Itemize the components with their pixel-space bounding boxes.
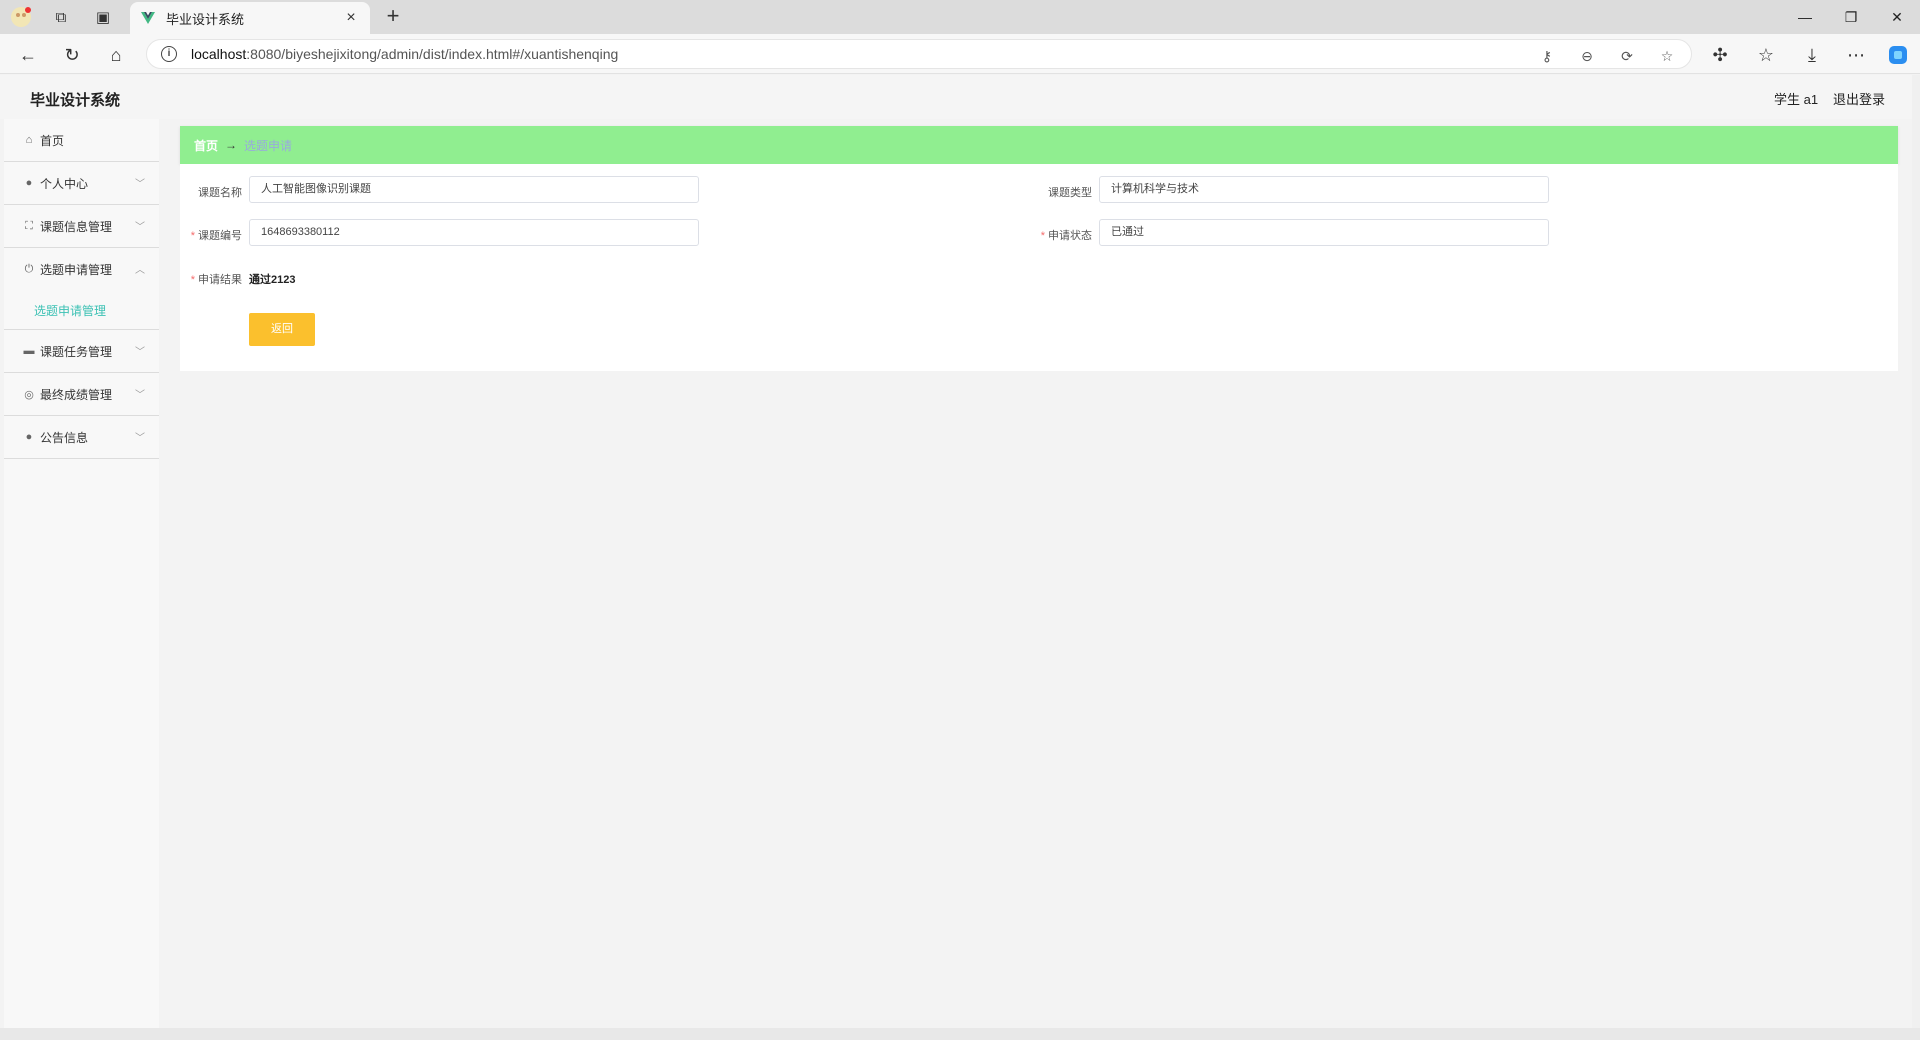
minimize-icon[interactable]: — bbox=[1782, 0, 1828, 34]
more-menu-icon[interactable]: ⋯ bbox=[1842, 41, 1870, 69]
target-icon: ◎ bbox=[24, 388, 34, 401]
favorites-list-icon[interactable]: ☆ bbox=[1752, 41, 1780, 69]
sidebar: ⌂ 首页 ● 个人中心 ﹀ ⛶ 课题信息管理 ﹀ ⏻ 选题申请管理 ︿ 选题申请… bbox=[4, 119, 159, 1028]
sidebar-item-label: 首页 bbox=[40, 133, 65, 148]
restore-icon[interactable]: ❐ bbox=[1828, 0, 1874, 34]
tab-actions-icon[interactable]: ▣ bbox=[90, 4, 116, 30]
extensions-icon[interactable]: ✣ bbox=[1706, 41, 1734, 69]
status-field[interactable]: 已通过 bbox=[1099, 219, 1549, 246]
url-host: localhost bbox=[191, 46, 247, 62]
result-value: 通过2123 bbox=[249, 274, 296, 286]
power-icon: ⏻ bbox=[24, 263, 34, 275]
page-scrollbar[interactable] bbox=[1912, 75, 1920, 1028]
chevron-down-icon: ﹀ bbox=[135, 390, 145, 401]
close-window-icon[interactable]: ✕ bbox=[1874, 0, 1920, 34]
sidebar-item-label: 最终成绩管理 bbox=[40, 387, 113, 402]
workspaces-icon[interactable]: ⧉ bbox=[48, 4, 74, 30]
app-header: 毕业设计系统 学生 a1 退出登录 bbox=[0, 75, 1920, 119]
chevron-down-icon: ﹀ bbox=[135, 347, 145, 358]
sidebar-item-label: 公告信息 bbox=[40, 430, 89, 445]
status-label: * 申请状态 bbox=[1040, 230, 1092, 242]
downloads-icon[interactable]: ⤓ bbox=[1798, 41, 1826, 69]
chevron-up-icon: ︿ bbox=[135, 265, 145, 276]
tab-title: 毕业设计系统 bbox=[166, 11, 245, 27]
key-icon[interactable]: ⚷ bbox=[1537, 46, 1557, 66]
close-tab-icon[interactable]: × bbox=[342, 9, 360, 27]
browser-tab-bar: ⧉ ▣ 毕业设计系统 × + — ❐ ✕ bbox=[0, 0, 1920, 34]
sidebar-item-final-grades[interactable]: ◎ 最终成绩管理 ﹀ bbox=[4, 373, 159, 416]
sidebar-item-label: 课题信息管理 bbox=[40, 219, 113, 234]
briefcase-icon: ▬ bbox=[23, 345, 35, 357]
breadcrumb-separator: → bbox=[225, 138, 238, 152]
sidebar-item-announcements[interactable]: ● 公告信息 ﹀ bbox=[4, 416, 159, 459]
sidebar-group-topic-application: ⏻ 选题申请管理 ︿ 选题申请管理 bbox=[4, 248, 159, 330]
home-browser-icon[interactable]: ⌂ bbox=[102, 41, 130, 69]
topic-name-label: 课题名称 bbox=[198, 187, 242, 199]
breadcrumb-current: 选题申请 bbox=[244, 138, 293, 153]
main-content: 首页 → 选题申请 课题名称 人工智能图像识别课题 课题类型 计算机科学与技术 … bbox=[180, 126, 1898, 371]
sidebar-item-label: 课题任务管理 bbox=[40, 344, 113, 359]
topic-type-label: 课题类型 bbox=[1048, 187, 1092, 199]
zoom-out-icon[interactable]: ⊖ bbox=[1577, 46, 1597, 66]
user-icon: ● bbox=[25, 177, 33, 189]
chevron-down-icon: ﹀ bbox=[135, 433, 145, 444]
topic-no-field[interactable]: 1648693380112 bbox=[249, 219, 699, 246]
chevron-down-icon: ﹀ bbox=[135, 222, 145, 233]
sidebar-item-topic-task[interactable]: ▬ 课题任务管理 ﹀ bbox=[4, 330, 159, 373]
sidebar-item-topic-info[interactable]: ⛶ 课题信息管理 ﹀ bbox=[4, 205, 159, 248]
topic-name-field[interactable]: 人工智能图像识别课题 bbox=[249, 176, 699, 203]
sidebar-subitem-label: 选题申请管理 bbox=[34, 303, 107, 318]
sidebar-subitem-topic-application[interactable]: 选题申请管理 bbox=[4, 291, 159, 329]
back-button[interactable]: 返回 bbox=[249, 313, 315, 346]
browser-tab[interactable]: 毕业设计系统 × bbox=[130, 2, 370, 34]
sync-icon[interactable]: ⟳ bbox=[1617, 46, 1637, 66]
sidebar-item-personal-center[interactable]: ● 个人中心 ﹀ bbox=[4, 162, 159, 205]
user-icon: ● bbox=[25, 431, 33, 443]
favorite-star-icon[interactable]: ☆ bbox=[1657, 46, 1677, 66]
url-path: :8080/biyeshejixitong/admin/dist/index.h… bbox=[246, 46, 619, 62]
home-icon: ⌂ bbox=[25, 134, 33, 146]
breadcrumb: 首页 → 选题申请 bbox=[180, 126, 1898, 164]
taskbar-strip bbox=[0, 1028, 1920, 1040]
expand-icon: ⛶ bbox=[25, 219, 33, 232]
site-info-icon[interactable]: i bbox=[161, 46, 177, 62]
sidebar-item-label: 选题申请管理 bbox=[40, 263, 113, 277]
vue-logo-icon bbox=[141, 12, 155, 24]
topic-no-label: * 课题编号 bbox=[190, 230, 242, 242]
current-user: 学生 a1 bbox=[1774, 92, 1819, 107]
application-form: 课题名称 人工智能图像识别课题 课题类型 计算机科学与技术 * 课题编号 1648… bbox=[180, 164, 1898, 371]
copilot-icon[interactable] bbox=[1884, 41, 1912, 69]
topic-type-field[interactable]: 计算机科学与技术 bbox=[1099, 176, 1549, 203]
sidebar-item-home[interactable]: ⌂ 首页 bbox=[4, 119, 159, 162]
result-label: * 申请结果 bbox=[190, 274, 242, 286]
logout-link[interactable]: 退出登录 bbox=[1833, 89, 1885, 108]
url-field[interactable]: i localhost:8080/biyeshejixitong/admin/d… bbox=[146, 39, 1692, 69]
profile-avatar-icon[interactable] bbox=[8, 4, 34, 30]
browser-address-bar: ← ↻ ⌂ i localhost:8080/biyeshejixitong/a… bbox=[0, 34, 1920, 74]
refresh-icon[interactable]: ↻ bbox=[58, 41, 86, 69]
app-title: 毕业设计系统 bbox=[30, 92, 121, 109]
new-tab-icon[interactable]: + bbox=[380, 4, 406, 30]
chevron-down-icon: ﹀ bbox=[135, 179, 145, 190]
sidebar-item-label: 个人中心 bbox=[40, 176, 89, 191]
breadcrumb-home[interactable]: 首页 bbox=[194, 137, 218, 154]
back-icon[interactable]: ← bbox=[14, 41, 42, 69]
sidebar-item-topic-application[interactable]: ⏻ 选题申请管理 ︿ bbox=[4, 248, 159, 291]
